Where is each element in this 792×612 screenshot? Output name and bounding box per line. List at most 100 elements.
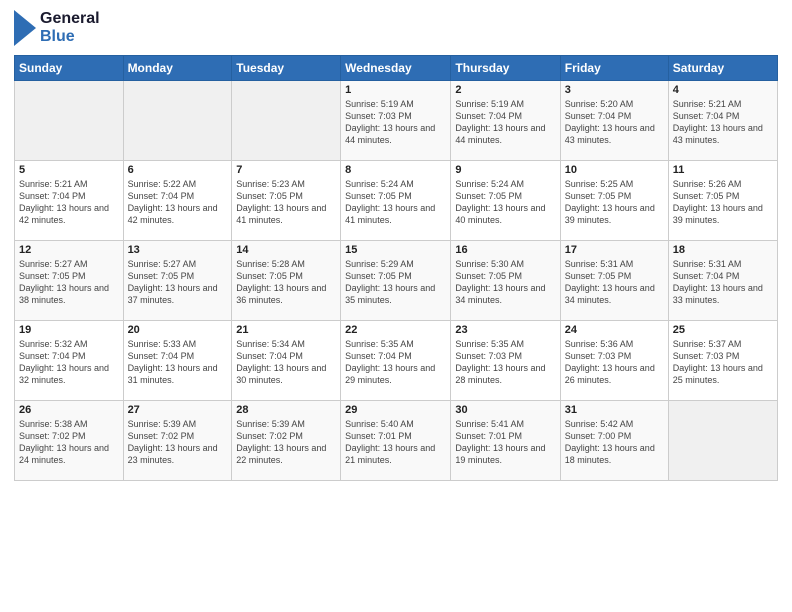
day-number: 23 <box>455 324 555 336</box>
day-info: Sunrise: 5:31 AM Sunset: 7:04 PM Dayligh… <box>673 258 773 307</box>
calendar-cell: 20 Sunrise: 5:33 AM Sunset: 7:04 PM Dayli… <box>123 320 232 400</box>
day-number: 20 <box>128 324 228 336</box>
day-info: Sunrise: 5:33 AM Sunset: 7:04 PM Dayligh… <box>128 338 228 387</box>
day-info: Sunrise: 5:35 AM Sunset: 7:04 PM Dayligh… <box>345 338 446 387</box>
day-number: 26 <box>19 404 119 416</box>
week-row-3: 12 Sunrise: 5:27 AM Sunset: 7:05 PM Dayli… <box>15 240 778 320</box>
day-number: 19 <box>19 324 119 336</box>
calendar-cell <box>232 80 341 160</box>
day-info: Sunrise: 5:39 AM Sunset: 7:02 PM Dayligh… <box>236 418 336 467</box>
calendar-cell: 9 Sunrise: 5:24 AM Sunset: 7:05 PM Daylig… <box>451 160 560 240</box>
day-number: 21 <box>236 324 336 336</box>
day-number: 28 <box>236 404 336 416</box>
weekday-header-monday: Monday <box>123 55 232 80</box>
day-number: 3 <box>565 84 664 96</box>
day-number: 22 <box>345 324 446 336</box>
day-number: 29 <box>345 404 446 416</box>
day-info: Sunrise: 5:25 AM Sunset: 7:05 PM Dayligh… <box>565 178 664 227</box>
day-info: Sunrise: 5:42 AM Sunset: 7:00 PM Dayligh… <box>565 418 664 467</box>
week-row-5: 26 Sunrise: 5:38 AM Sunset: 7:02 PM Dayli… <box>15 400 778 480</box>
calendar-cell: 17 Sunrise: 5:31 AM Sunset: 7:05 PM Dayli… <box>560 240 668 320</box>
calendar-cell: 13 Sunrise: 5:27 AM Sunset: 7:05 PM Dayli… <box>123 240 232 320</box>
day-number: 27 <box>128 404 228 416</box>
weekday-header-row: SundayMondayTuesdayWednesdayThursdayFrid… <box>15 55 778 80</box>
day-number: 25 <box>673 324 773 336</box>
day-number: 7 <box>236 164 336 176</box>
calendar-cell: 2 Sunrise: 5:19 AM Sunset: 7:04 PM Daylig… <box>451 80 560 160</box>
day-info: Sunrise: 5:36 AM Sunset: 7:03 PM Dayligh… <box>565 338 664 387</box>
calendar-cell: 30 Sunrise: 5:41 AM Sunset: 7:01 PM Dayli… <box>451 400 560 480</box>
day-number: 16 <box>455 244 555 256</box>
calendar-cell: 15Sunrise: 5:29 AM Sunset: 7:05 PM Dayli… <box>341 240 451 320</box>
day-number: 1 <box>345 84 446 96</box>
weekday-header-friday: Friday <box>560 55 668 80</box>
day-number: 9 <box>455 164 555 176</box>
calendar-cell: 4 Sunrise: 5:21 AM Sunset: 7:04 PM Daylig… <box>668 80 777 160</box>
day-info: Sunrise: 5:28 AM Sunset: 7:05 PM Dayligh… <box>236 258 336 307</box>
day-info: Sunrise: 5:37 AM Sunset: 7:03 PM Dayligh… <box>673 338 773 387</box>
day-info: Sunrise: 5:32 AM Sunset: 7:04 PM Dayligh… <box>19 338 119 387</box>
logo-blue-text: Blue <box>40 28 100 46</box>
day-info: Sunrise: 5:29 AM Sunset: 7:05 PM Dayligh… <box>345 258 446 307</box>
day-number: 10 <box>565 164 664 176</box>
calendar-cell: 8 Sunrise: 5:24 AM Sunset: 7:05 PM Daylig… <box>341 160 451 240</box>
calendar-page: GeneralBlue SundayMondayTuesdayWednesday… <box>0 0 792 612</box>
day-number: 11 <box>673 164 773 176</box>
day-info: Sunrise: 5:40 AM Sunset: 7:01 PM Dayligh… <box>345 418 446 467</box>
calendar-cell: 26 Sunrise: 5:38 AM Sunset: 7:02 PM Dayli… <box>15 400 124 480</box>
calendar-cell: 29 Sunrise: 5:40 AM Sunset: 7:01 PM Dayli… <box>341 400 451 480</box>
day-info: Sunrise: 5:21 AM Sunset: 7:04 PM Dayligh… <box>19 178 119 227</box>
calendar-cell: 3 Sunrise: 5:20 AM Sunset: 7:04 PM Daylig… <box>560 80 668 160</box>
calendar-cell <box>668 400 777 480</box>
weekday-header-tuesday: Tuesday <box>232 55 341 80</box>
calendar-cell: 21 Sunrise: 5:34 AM Sunset: 7:04 PM Dayli… <box>232 320 341 400</box>
day-number: 24 <box>565 324 664 336</box>
calendar-cell <box>15 80 124 160</box>
day-number: 4 <box>673 84 773 96</box>
calendar-cell <box>123 80 232 160</box>
day-info: Sunrise: 5:31 AM Sunset: 7:05 PM Dayligh… <box>565 258 664 307</box>
calendar-cell: 1 Sunrise: 5:19 AM Sunset: 7:03 PM Daylig… <box>341 80 451 160</box>
day-info: Sunrise: 5:30 AM Sunset: 7:05 PM Dayligh… <box>455 258 555 307</box>
calendar-cell: 10 Sunrise: 5:25 AM Sunset: 7:05 PM Dayli… <box>560 160 668 240</box>
day-info: Sunrise: 5:41 AM Sunset: 7:01 PM Dayligh… <box>455 418 555 467</box>
week-row-2: 5Sunrise: 5:21 AM Sunset: 7:04 PM Daylig… <box>15 160 778 240</box>
calendar-cell: 24 Sunrise: 5:36 AM Sunset: 7:03 PM Dayli… <box>560 320 668 400</box>
calendar-cell: 31Sunrise: 5:42 AM Sunset: 7:00 PM Dayli… <box>560 400 668 480</box>
calendar-cell: 7 Sunrise: 5:23 AM Sunset: 7:05 PM Daylig… <box>232 160 341 240</box>
calendar-cell: 28 Sunrise: 5:39 AM Sunset: 7:02 PM Dayli… <box>232 400 341 480</box>
day-number: 13 <box>128 244 228 256</box>
day-number: 2 <box>455 84 555 96</box>
day-number: 17 <box>565 244 664 256</box>
day-info: Sunrise: 5:19 AM Sunset: 7:03 PM Dayligh… <box>345 98 446 147</box>
calendar-cell: 22 Sunrise: 5:35 AM Sunset: 7:04 PM Dayli… <box>341 320 451 400</box>
week-row-4: 19 Sunrise: 5:32 AM Sunset: 7:04 PM Dayli… <box>15 320 778 400</box>
day-number: 6 <box>128 164 228 176</box>
day-info: Sunrise: 5:38 AM Sunset: 7:02 PM Dayligh… <box>19 418 119 467</box>
day-number: 8 <box>345 164 446 176</box>
day-info: Sunrise: 5:24 AM Sunset: 7:05 PM Dayligh… <box>345 178 446 227</box>
day-number: 12 <box>19 244 119 256</box>
week-row-1: 1 Sunrise: 5:19 AM Sunset: 7:03 PM Daylig… <box>15 80 778 160</box>
calendar-cell: 18 Sunrise: 5:31 AM Sunset: 7:04 PM Dayli… <box>668 240 777 320</box>
calendar-cell: 23Sunrise: 5:35 AM Sunset: 7:03 PM Dayli… <box>451 320 560 400</box>
header: GeneralBlue <box>14 10 778 47</box>
weekday-header-wednesday: Wednesday <box>341 55 451 80</box>
calendar-cell: 25 Sunrise: 5:37 AM Sunset: 7:03 PM Dayli… <box>668 320 777 400</box>
calendar-cell: 11 Sunrise: 5:26 AM Sunset: 7:05 PM Dayli… <box>668 160 777 240</box>
weekday-header-sunday: Sunday <box>15 55 124 80</box>
weekday-header-saturday: Saturday <box>668 55 777 80</box>
calendar-cell: 6Sunrise: 5:22 AM Sunset: 7:04 PM Daylig… <box>123 160 232 240</box>
calendar-cell: 27Sunrise: 5:39 AM Sunset: 7:02 PM Dayli… <box>123 400 232 480</box>
day-info: Sunrise: 5:24 AM Sunset: 7:05 PM Dayligh… <box>455 178 555 227</box>
day-number: 30 <box>455 404 555 416</box>
logo-arrow-icon <box>14 10 36 46</box>
day-info: Sunrise: 5:20 AM Sunset: 7:04 PM Dayligh… <box>565 98 664 147</box>
day-number: 18 <box>673 244 773 256</box>
day-info: Sunrise: 5:21 AM Sunset: 7:04 PM Dayligh… <box>673 98 773 147</box>
day-info: Sunrise: 5:26 AM Sunset: 7:05 PM Dayligh… <box>673 178 773 227</box>
day-info: Sunrise: 5:34 AM Sunset: 7:04 PM Dayligh… <box>236 338 336 387</box>
day-info: Sunrise: 5:23 AM Sunset: 7:05 PM Dayligh… <box>236 178 336 227</box>
day-info: Sunrise: 5:27 AM Sunset: 7:05 PM Dayligh… <box>128 258 228 307</box>
day-info: Sunrise: 5:19 AM Sunset: 7:04 PM Dayligh… <box>455 98 555 147</box>
